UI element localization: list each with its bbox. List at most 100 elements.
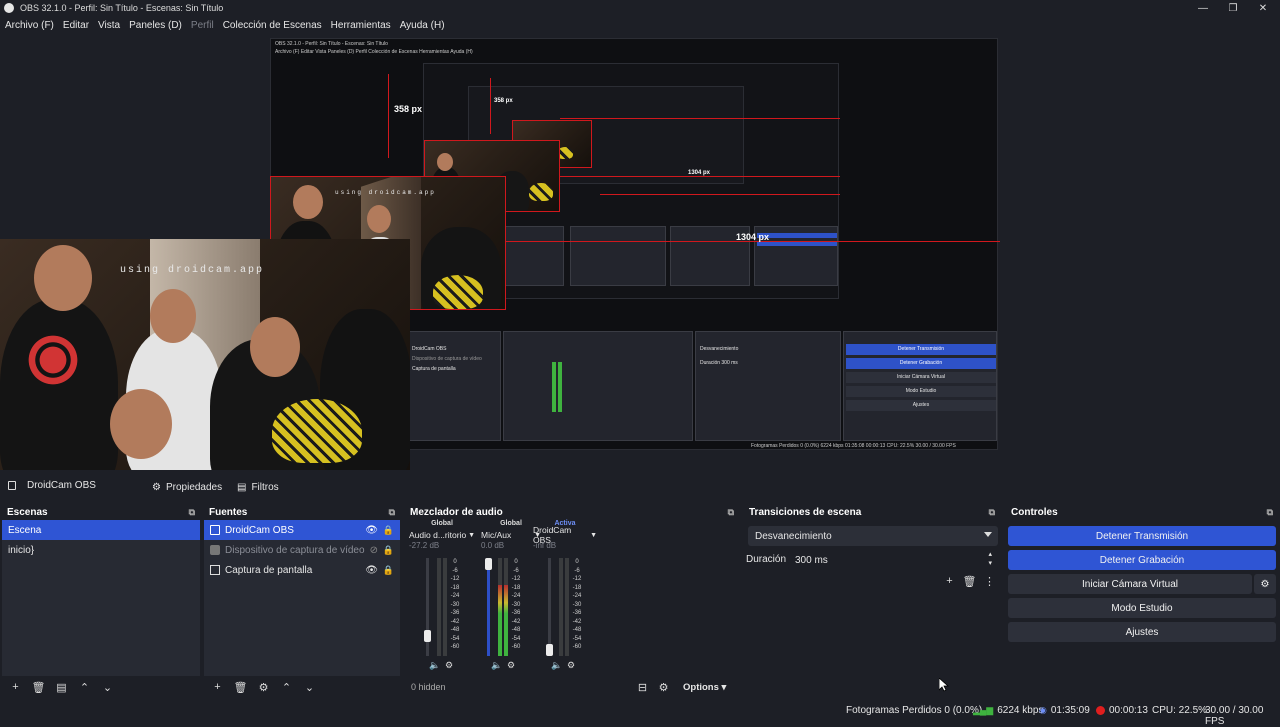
menu-scene-collection[interactable]: Colección de Escenas <box>223 20 322 31</box>
source-label: Captura de pantalla <box>225 564 313 576</box>
dimension-label: 358 px <box>394 104 423 114</box>
eye-hidden-icon[interactable]: ⊘ <box>370 545 378 556</box>
program-preview[interactable]: OBS 32.1.0 - Perfil: Sin Título - Escena… <box>0 34 1000 470</box>
record-time: 00:00:13 <box>1109 705 1148 716</box>
helmet <box>272 399 362 463</box>
studio-mode-button[interactable]: Modo Estudio <box>1008 598 1276 618</box>
filter-icon: ▤ <box>237 482 247 493</box>
move-up-icon[interactable]: ⌃ <box>75 679 94 695</box>
camera-icon <box>210 545 220 555</box>
nested-control: Ajustes <box>846 400 996 411</box>
mute-icon[interactable]: 🔈 <box>429 660 440 671</box>
window-icon <box>8 481 16 490</box>
trash-icon[interactable]: 🗑 <box>231 679 250 695</box>
source-item[interactable]: Captura de pantalla 👁 🔒 <box>204 560 400 580</box>
guide-line <box>560 118 840 119</box>
add-icon[interactable]: + <box>6 679 25 695</box>
lock-icon[interactable]: 🔒 <box>383 565 394 576</box>
status-bar: Fotogramas Perdidos 0 (0.0%) ▂▄▆ 6224 kb… <box>0 701 1280 727</box>
menu-docks[interactable]: Paneles (D) <box>129 20 182 31</box>
undock-icon[interactable]: ⧉ <box>989 507 995 518</box>
options-label: Options <box>683 681 719 693</box>
menu-edit[interactable]: Editar <box>63 20 89 31</box>
gear-icon[interactable]: ⚙ <box>567 660 575 671</box>
mute-icon[interactable]: 🔈 <box>491 660 502 671</box>
stop-recording-button[interactable]: Detener Grabación <box>1008 550 1276 570</box>
menu-profile[interactable]: Perfil <box>191 20 214 31</box>
undock-icon[interactable]: ⧉ <box>728 507 734 518</box>
spin-icon[interactable]: ▴ ▾ <box>988 550 992 568</box>
gear-icon[interactable]: ⚙ <box>445 660 453 671</box>
level-meter <box>498 558 502 656</box>
move-down-icon[interactable]: ⌄ <box>300 679 319 695</box>
mixer-channel-name[interactable]: Audio d...ritorio ▼ <box>407 529 477 541</box>
filters-button[interactable]: ▤ Filtros <box>233 480 283 495</box>
volume-fader-knob[interactable] <box>546 644 553 656</box>
sources-dock: Fuentes ⧉ DroidCam OBS 👁 🔒 Dispositivo de… <box>204 504 400 698</box>
mute-icon[interactable]: 🔈 <box>551 660 562 671</box>
level-meter <box>443 558 447 656</box>
shirt-logo <box>22 329 84 391</box>
dimension-label: 358 px <box>494 98 513 104</box>
transition-select[interactable]: Desvanecimiento <box>748 526 998 546</box>
filter-icon[interactable]: ▤ <box>52 679 71 695</box>
selected-source-name: DroidCam OBS <box>27 480 96 491</box>
mixer-name-text: Mic/Aux <box>481 530 512 540</box>
undock-icon[interactable]: ⧉ <box>389 507 395 518</box>
undock-icon[interactable]: ⧉ <box>1267 507 1273 518</box>
gear-icon[interactable]: ⚙ <box>1254 574 1276 594</box>
gear-icon[interactable]: ⚙ <box>254 679 273 695</box>
eye-icon[interactable]: 👁 <box>365 525 378 536</box>
scene-item[interactable]: inicio} <box>2 540 200 560</box>
eye-icon[interactable]: 👁 <box>365 565 378 576</box>
advanced-audio-icon[interactable]: ⚙ <box>654 679 673 695</box>
stop-streaming-button[interactable]: Detener Transmisión <box>1008 526 1276 546</box>
lock-icon[interactable]: 🔒 <box>383 545 394 556</box>
duration-input[interactable]: 300 ms ▴ ▾ <box>788 550 998 570</box>
duration-label: Duración <box>746 554 787 565</box>
trash-icon[interactable]: 🗑 <box>29 679 48 695</box>
add-icon[interactable]: + <box>208 679 227 695</box>
level-meter <box>437 558 441 656</box>
close-button[interactable]: ✕ <box>1248 0 1278 16</box>
properties-label: Propiedades <box>165 482 223 493</box>
mixer-db: -27.2 dB <box>409 541 440 550</box>
nested-source: DroidCam OBS <box>412 346 447 352</box>
person-head <box>34 245 92 311</box>
menu-tools[interactable]: Herramientas <box>331 20 391 31</box>
gear-icon[interactable]: ⚙ <box>507 660 515 671</box>
layout-icon[interactable]: ⊟ <box>633 679 652 695</box>
properties-button[interactable]: ⚙ Propiedades <box>148 480 226 495</box>
volume-fader-knob[interactable] <box>485 558 492 570</box>
window-icon <box>210 525 220 535</box>
options-button[interactable]: Options ▾ <box>683 682 726 693</box>
nested-sources-dock: DroidCam OBS Dispositivo de captura de v… <box>409 331 501 441</box>
scene-item[interactable]: Escena <box>2 520 200 540</box>
trash-icon[interactable]: 🗑 <box>960 573 979 589</box>
source-item[interactable]: Dispositivo de captura de vídeo ⊘ 🔒 <box>204 540 400 560</box>
minimize-button[interactable]: — <box>1188 0 1218 16</box>
move-up-icon[interactable]: ⌃ <box>277 679 296 695</box>
nested-control: Detener Grabación <box>846 358 996 369</box>
more-icon[interactable]: ⋮ <box>980 573 999 589</box>
add-icon[interactable]: + <box>940 573 959 589</box>
menu-view[interactable]: Vista <box>98 20 120 31</box>
window-title: OBS 32.1.0 - Perfil: Sin Título - Escena… <box>20 3 224 13</box>
mixer-channel-name[interactable]: DroidCam OBS ▼ <box>531 525 599 545</box>
scene-label: inicio} <box>8 544 35 556</box>
menu-file[interactable]: Archivo (F) <box>5 20 54 31</box>
mixer-footer: 0 hidden ⊟ ⚙ Options ▾ <box>405 676 739 698</box>
volume-fader-knob[interactable] <box>424 630 431 642</box>
settings-button[interactable]: Ajustes <box>1008 622 1276 642</box>
maximize-button[interactable]: ❐ <box>1218 0 1248 16</box>
volume-fader-track[interactable] <box>487 558 490 656</box>
source-item[interactable]: DroidCam OBS 👁 🔒 <box>204 520 400 540</box>
level-meter <box>559 558 563 656</box>
broadcast-icon: ◉ <box>1039 705 1047 715</box>
move-down-icon[interactable]: ⌄ <box>98 679 117 695</box>
undock-icon[interactable]: ⧉ <box>189 507 195 518</box>
start-virtual-camera-button[interactable]: Iniciar Cámara Virtual <box>1008 574 1252 594</box>
lock-icon[interactable]: 🔒 <box>383 525 394 536</box>
menu-help[interactable]: Ayuda (H) <box>400 20 445 31</box>
volume-fader-track[interactable] <box>548 558 551 656</box>
